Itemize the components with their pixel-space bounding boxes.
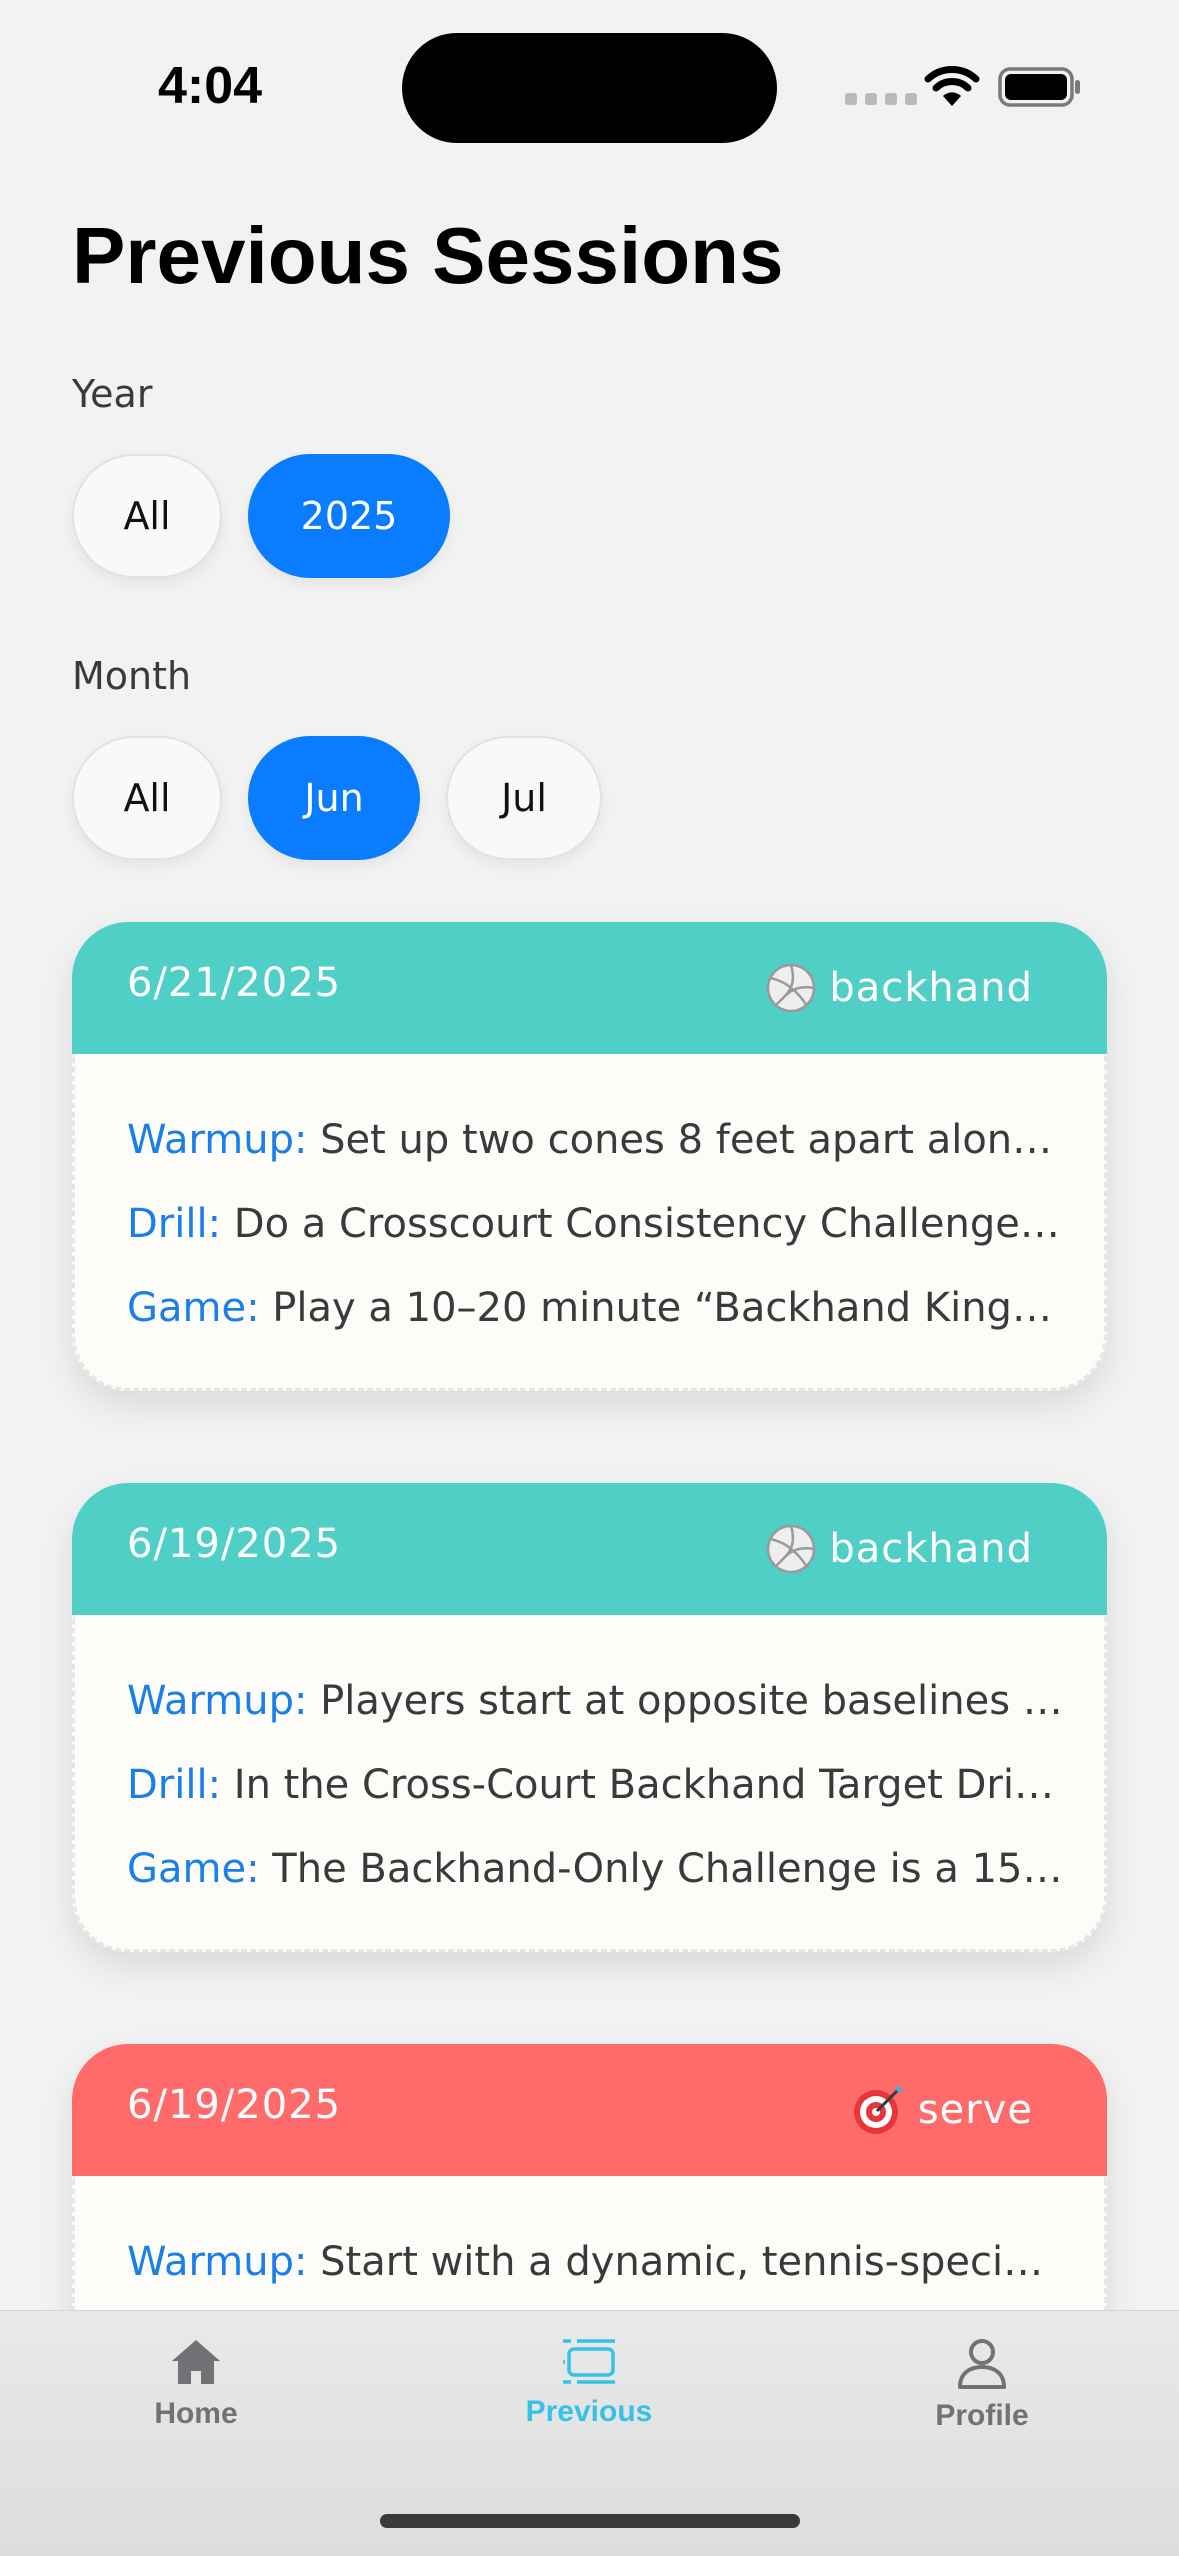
session-date: 6/21/2025 (127, 960, 342, 1006)
target-icon (853, 2086, 902, 2134)
session-focus: backhand (829, 1526, 1033, 1572)
warmup-text: Set up two cones 8 feet apart along the … (320, 1117, 1064, 1163)
game-label: Game: (127, 1285, 260, 1331)
session-card-body: Warmup: Players start at opposite baseli… (72, 1615, 1107, 1952)
cellular-signal-icon (845, 93, 917, 105)
tab-previous[interactable]: Previous (489, 2337, 689, 2429)
session-card-header: 6/19/2025 backhand (72, 1483, 1107, 1615)
warmup-line: Warmup: Start with a dynamic, tennis-spe… (127, 2220, 1064, 2304)
session-date: 6/19/2025 (127, 2082, 342, 2128)
session-focus: serve (917, 2087, 1033, 2133)
drill-label: Drill: (127, 1201, 222, 1247)
month-option-jun[interactable]: Jun (248, 736, 420, 860)
month-filter-label: Month (72, 654, 192, 698)
session-focus-tag: backhand (765, 962, 1033, 1014)
tab-home-label: Home (154, 2397, 238, 2430)
warmup-label: Warmup: (127, 1117, 308, 1163)
wifi-icon (924, 66, 980, 106)
warmup-label: Warmup: (127, 1678, 308, 1724)
month-option-all[interactable]: All (72, 736, 222, 860)
session-card[interactable]: 6/21/2025 backhand Warmup: Set up two co… (72, 922, 1107, 1391)
session-focus: backhand (829, 965, 1033, 1011)
game-line: Game: Play a 10–20 minute “Backhand King… (127, 1266, 1064, 1350)
volleyball-icon (767, 1524, 816, 1574)
session-card-header: 6/19/2025 serve (72, 2044, 1107, 2176)
tab-profile[interactable]: Profile (882, 2337, 1082, 2433)
tab-previous-label: Previous (525, 2395, 653, 2428)
drill-text: Do a Crosscourt Consistency Challenge wi… (233, 1201, 1064, 1247)
home-icon (172, 2340, 220, 2384)
year-option-2025[interactable]: 2025 (248, 454, 450, 578)
warmup-label: Warmup: (127, 2239, 308, 2285)
session-card-header: 6/21/2025 backhand (72, 922, 1107, 1054)
warmup-text: Players start at opposite baselines and … (320, 1678, 1064, 1724)
session-focus-tag: backhand (765, 1523, 1033, 1575)
warmup-line: Warmup: Set up two cones 8 feet apart al… (127, 1098, 1064, 1182)
drill-text: In the Cross-Court Backhand Target Drill… (233, 1762, 1064, 1808)
month-option-jul[interactable]: Jul (446, 736, 602, 860)
list-icon (563, 2339, 615, 2384)
session-card[interactable]: 6/19/2025 backhand Warmup: Players start… (72, 1483, 1107, 1952)
volleyball-icon (767, 963, 816, 1013)
session-card-body: Warmup: Set up two cones 8 feet apart al… (72, 1054, 1107, 1391)
battery-icon (998, 67, 1080, 107)
drill-line: Drill: Do a Crosscourt Consistency Chall… (127, 1182, 1064, 1266)
year-option-all[interactable]: All (72, 454, 222, 578)
session-focus-tag: serve (850, 2082, 1033, 2138)
game-text: The Backhand-Only Challenge is a 15-minu… (272, 1846, 1064, 1892)
tab-home[interactable]: Home (96, 2337, 296, 2431)
dynamic-island (402, 33, 777, 143)
year-filter-label: Year (72, 372, 153, 416)
tab-profile-label: Profile (935, 2399, 1029, 2432)
home-indicator[interactable] (380, 2514, 800, 2528)
drill-label: Drill: (127, 1762, 222, 1808)
page-title: Previous Sessions (72, 211, 784, 300)
status-time: 4:04 (158, 57, 263, 115)
drill-line: Drill: In the Cross-Court Backhand Targe… (127, 1743, 1064, 1827)
warmup-text: Start with a dynamic, tennis-specific wa… (320, 2239, 1064, 2285)
person-icon (958, 2339, 1006, 2389)
game-label: Game: (127, 1846, 260, 1892)
game-line: Game: The Backhand-Only Challenge is a 1… (127, 1827, 1064, 1911)
warmup-line: Warmup: Players start at opposite baseli… (127, 1659, 1064, 1743)
game-text: Play a 10–20 minute “Backhand King of th… (272, 1285, 1064, 1331)
session-date: 6/19/2025 (127, 1521, 342, 1567)
